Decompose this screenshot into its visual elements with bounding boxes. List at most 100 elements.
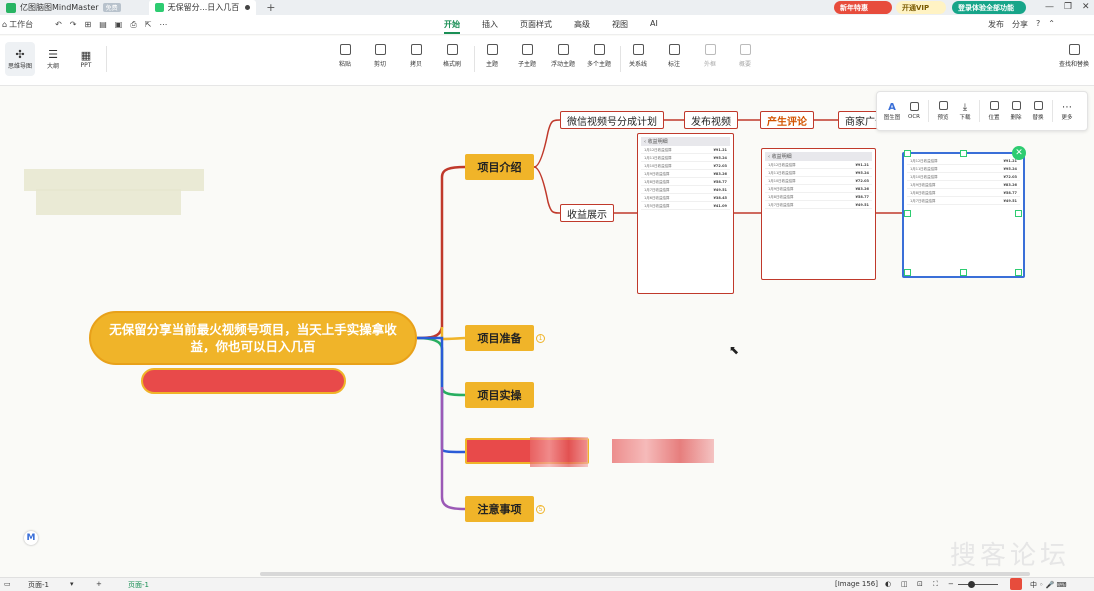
add-page-icon[interactable]: + [96, 580, 102, 588]
image-close-icon[interactable]: ✕ [1012, 146, 1026, 160]
tab-page-style[interactable]: 页面样式 [520, 19, 552, 34]
tab-insert[interactable]: 插入 [482, 19, 498, 34]
topic-count-badge[interactable]: 1 [536, 334, 545, 343]
delete-button[interactable]: 删除 [1005, 101, 1027, 121]
publish-button[interactable]: 发布 [988, 19, 1004, 30]
help-icon[interactable]: ? [1036, 19, 1040, 30]
topic-project-practice[interactable]: 项目实操 [465, 382, 534, 408]
resize-handle[interactable] [1015, 210, 1022, 217]
new-year-promo-button[interactable]: 新年特惠 [834, 1, 892, 14]
more-menu-icon[interactable]: ⋯ [159, 20, 167, 29]
replace-button[interactable]: 替换 [1027, 101, 1049, 121]
blurred-label [36, 189, 181, 215]
relationship-button[interactable]: 关系线 [618, 44, 658, 68]
redo-icon[interactable]: ↷ [70, 20, 77, 29]
view-ppt-button[interactable]: ▦ PPT [71, 42, 101, 76]
horizontal-scrollbar[interactable] [260, 572, 1030, 576]
zoom-out-icon[interactable]: − [948, 580, 954, 588]
home-icon[interactable]: ⌂ [2, 20, 7, 29]
ocr-label: OCR [908, 114, 920, 120]
minimize-icon[interactable]: — [1045, 2, 1054, 12]
new-file-icon[interactable]: ⊞ [84, 20, 91, 29]
tab-ai[interactable]: AI [650, 19, 658, 34]
mindmap-canvas[interactable]: 无保留分享当前最火视频号项目，当天上手实操拿收益，你也可以日入几百 项目介绍 项… [0, 87, 1094, 577]
resize-handle[interactable] [960, 269, 967, 276]
subtopic-earnings-display[interactable]: 收益展示 [560, 204, 614, 222]
topic-project-prep[interactable]: 项目准备 [465, 325, 534, 351]
preview-button[interactable]: 预览 [932, 101, 954, 121]
subtopic-comments[interactable]: 产生评论 [760, 111, 814, 129]
central-subtitle-redacted[interactable] [141, 368, 346, 394]
cut-button[interactable]: 剪切 [360, 44, 400, 68]
topic-button[interactable]: 主题 [472, 44, 512, 68]
layout-icon[interactable]: ◫ [901, 580, 908, 588]
assistant-logo-icon[interactable]: M [24, 531, 38, 545]
zoom-slider[interactable] [958, 584, 998, 585]
topic-project-intro[interactable]: 项目介绍 [465, 154, 534, 180]
theme-icon[interactable]: ◐ [885, 580, 891, 588]
earnings-row-title: 1月7日收益结算 [768, 202, 794, 207]
unsaved-dot-icon[interactable] [245, 5, 251, 10]
earnings-screenshot-1[interactable]: ‹ 收益明细 1月12日收益结算 ¥91.21 1月11日收益结算 ¥95.24 1… [637, 133, 734, 294]
resize-handle[interactable] [904, 150, 911, 157]
copy-button[interactable]: 拷贝 [396, 44, 436, 68]
tab-advanced[interactable]: 高级 [574, 19, 590, 34]
undo-icon[interactable]: ↶ [55, 20, 62, 29]
topic-count-badge[interactable]: 5 [536, 505, 545, 514]
view-outline-button[interactable]: ☰ 大纲 [38, 42, 68, 76]
app-tab[interactable]: 亿图脑图MindMaster 免费 [0, 0, 127, 15]
print-icon[interactable]: ⎙ [130, 20, 136, 30]
ocr-button[interactable]: OCR [903, 102, 925, 120]
new-tab-icon[interactable]: + [266, 1, 275, 14]
subtopic-wechat-plan[interactable]: 微信视频号分成计划 [560, 111, 664, 129]
more-button[interactable]: ⋯ 更多 [1056, 102, 1078, 121]
multiple-topics-button[interactable]: 多个主题 [579, 44, 619, 68]
close-window-icon[interactable]: ✕ [1082, 2, 1090, 12]
workspace-link[interactable]: 工作台 [9, 19, 33, 30]
boundary-button[interactable]: 外框 [690, 44, 730, 68]
open-folder-icon[interactable]: ▤ [99, 20, 107, 29]
view-mindmap-button[interactable]: ✣ 思维导图 [5, 42, 35, 76]
subtopic-ads[interactable]: 商家广告 [838, 111, 880, 129]
callout-button[interactable]: 标注 [654, 44, 694, 68]
floating-topic-button[interactable]: 浮动主题 [543, 44, 583, 68]
zoom-slider-thumb[interactable] [968, 581, 975, 588]
summary-button[interactable]: 概要 [725, 44, 765, 68]
central-topic[interactable]: 无保留分享当前最火视频号项目，当天上手实操拿收益，你也可以日入几百 [89, 311, 417, 365]
find-replace-button[interactable]: 查找和替换 [1054, 44, 1094, 68]
maximize-icon[interactable]: ❐ [1064, 2, 1072, 12]
earnings-screenshot-3-selected[interactable]: 1月12日收益结算 ¥91.21 1月11日收益结算 ¥95.24 1月10日收益结… [902, 152, 1025, 278]
share-button[interactable]: 分享 [1012, 19, 1028, 30]
tab-start[interactable]: 开始 [444, 19, 460, 34]
format-painter-button[interactable]: 格式刷 [432, 44, 472, 68]
redacted-blur [612, 439, 714, 463]
page-panel-icon[interactable]: ▭ [4, 580, 11, 588]
position-button[interactable]: 位置 [983, 101, 1005, 121]
page-select[interactable]: 页面-1 [28, 580, 49, 590]
image-to-image-button[interactable]: A 图生图 [881, 102, 903, 121]
doc-tab[interactable]: 无保留分...日入几百 [148, 0, 257, 15]
earnings-screenshot-2[interactable]: ‹ 收益明细 1月12日收益结算 ¥91.21 1月11日收益结算 ¥95.24 1… [761, 148, 876, 280]
topic-notes[interactable]: 注意事项 [465, 496, 534, 522]
resize-handle[interactable] [960, 150, 967, 157]
ime-status-icon[interactable]: 中 ◦ 🎤 ⌨ [1030, 580, 1067, 590]
resize-handle[interactable] [904, 269, 911, 276]
export-icon[interactable]: ⇱ [145, 20, 152, 29]
resize-handle[interactable] [904, 210, 911, 217]
download-button[interactable]: ⤓ 下载 [954, 102, 976, 121]
save-icon[interactable]: ▣ [115, 20, 123, 29]
login-button[interactable]: 登录体验全部功能 [952, 1, 1026, 14]
tab-view[interactable]: 视图 [612, 19, 628, 34]
ime-logo-icon[interactable] [1010, 578, 1022, 590]
fullscreen-icon[interactable]: ⛶ [933, 580, 938, 589]
open-vip-button[interactable]: 开通VIP [896, 1, 946, 14]
page-dropdown-icon[interactable]: ▾ [70, 580, 74, 588]
resize-handle[interactable] [1015, 269, 1022, 276]
page-tab[interactable]: 页面-1 [128, 580, 149, 590]
collapse-ribbon-icon[interactable]: ⌃ [1048, 19, 1055, 30]
subtopic-publish-video[interactable]: 发布视频 [684, 111, 738, 129]
earnings-row: 1月12日收益结算 ¥91.21 [765, 161, 872, 169]
paste-button[interactable]: 粘贴 [325, 44, 365, 68]
fit-page-icon[interactable]: ⊡ [917, 580, 923, 588]
subtopic-button[interactable]: 子主题 [507, 44, 547, 68]
